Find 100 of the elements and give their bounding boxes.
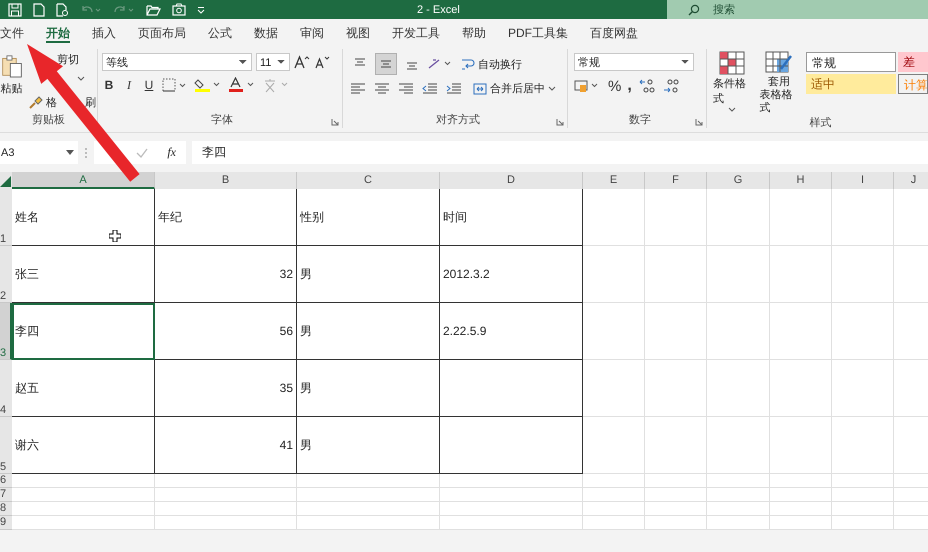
percent-button[interactable]: % — [608, 78, 622, 94]
shrink-font-icon[interactable] — [314, 55, 330, 69]
ribbon-tab[interactable]: 百度网盘 — [579, 23, 649, 43]
underline-button[interactable]: U — [142, 78, 156, 92]
grid-cell — [832, 246, 894, 303]
row-header[interactable]: 3 — [0, 303, 12, 360]
ribbon-tab[interactable]: 插入 — [81, 23, 127, 43]
decrease-indent-icon[interactable] — [421, 82, 439, 96]
dialog-launcher-icon[interactable] — [556, 118, 564, 126]
column-header[interactable]: D — [440, 172, 583, 189]
table-cell: 2012.3.2 — [440, 246, 583, 303]
grid-cell — [770, 474, 832, 488]
table-cell: 李四 — [12, 303, 155, 360]
number-format-field[interactable]: 常规 — [574, 53, 694, 71]
align-left-icon[interactable] — [349, 82, 367, 96]
row-header[interactable]: 4 — [0, 360, 12, 417]
column-header[interactable]: F — [645, 172, 707, 189]
grid-cell — [707, 488, 770, 502]
cell-style[interactable]: 适中 — [806, 74, 896, 94]
ribbon-tab[interactable]: 审阅 — [289, 23, 335, 43]
table-cell: 41 — [155, 417, 297, 474]
row-header[interactable]: 9 — [0, 516, 12, 530]
grid-cell — [583, 303, 645, 360]
group-label: 对齐方式 — [435, 112, 481, 128]
column-header[interactable]: I — [832, 172, 894, 189]
dialog-launcher-icon[interactable] — [695, 118, 703, 126]
align-center-icon[interactable] — [373, 82, 391, 96]
paste-button[interactable]: 粘贴 — [0, 49, 23, 100]
column-header[interactable]: C — [297, 172, 440, 189]
grid-cell — [770, 246, 832, 303]
row-header[interactable]: 6 — [0, 474, 12, 488]
caret-icon — [728, 107, 736, 113]
ribbon-tab[interactable]: 文件 — [0, 23, 35, 43]
select-all-icon[interactable] — [0, 172, 12, 189]
increase-decimal-icon[interactable] — [638, 78, 656, 94]
increase-indent-icon[interactable] — [445, 82, 463, 96]
grid-cell — [832, 502, 894, 516]
cell-style[interactable]: 常规 — [806, 52, 896, 72]
grid-cell — [645, 360, 707, 417]
ribbon-tab[interactable]: 数据 — [243, 23, 289, 43]
merge-center-button[interactable]: 合并后居中 — [473, 81, 556, 96]
align-right-icon[interactable] — [397, 82, 415, 96]
fill-color-icon[interactable] — [194, 77, 222, 93]
camera-icon[interactable] — [172, 3, 186, 16]
new-file-icon[interactable] — [33, 2, 45, 16]
table-cell: 时间 — [440, 189, 583, 246]
column-header[interactable]: B — [155, 172, 297, 189]
font-color-icon[interactable] — [228, 77, 256, 93]
save-icon[interactable] — [8, 2, 22, 16]
grow-font-icon[interactable] — [294, 55, 310, 69]
grid-cell — [707, 516, 770, 530]
wrap-text-button[interactable]: 自动换行 — [461, 56, 522, 72]
name-box[interactable]: A3 — [0, 141, 78, 164]
decrease-decimal-icon[interactable] — [662, 78, 680, 94]
italic-button[interactable]: I — [122, 78, 136, 92]
customize-icon[interactable] — [197, 6, 205, 14]
row-header[interactable]: 5 — [0, 417, 12, 474]
font-name-field[interactable]: 等线 — [102, 53, 252, 71]
grid-cell — [707, 502, 770, 516]
dialog-launcher-icon[interactable] — [331, 118, 339, 126]
ribbon-tab[interactable]: PDF工具集 — [497, 23, 579, 43]
print-preview-icon[interactable] — [56, 2, 69, 16]
wrap-text-icon — [461, 57, 475, 71]
ribbon-tab[interactable]: 帮助 — [451, 23, 497, 43]
grid-cell — [770, 502, 832, 516]
ribbon-tab[interactable]: 公式 — [197, 23, 243, 43]
font-size-field[interactable]: 11 — [256, 53, 290, 71]
caret-icon[interactable] — [77, 76, 85, 82]
column-header[interactable]: J — [894, 172, 928, 189]
cut-button[interactable]: 剪切 — [55, 51, 81, 68]
row-header[interactable]: 1 — [0, 189, 12, 246]
cell-style[interactable]: 差 — [898, 52, 928, 72]
border-icon[interactable] — [162, 78, 188, 92]
brush-icon[interactable] — [29, 96, 43, 109]
check-icon[interactable] — [135, 146, 150, 158]
insert-function-button[interactable]: fx — [167, 145, 176, 160]
column-header[interactable]: A — [12, 172, 155, 189]
format-painter-label[interactable]: 刷 — [84, 94, 97, 111]
row-header[interactable]: 8 — [0, 502, 12, 516]
merge-cells-icon — [473, 82, 487, 96]
column-header[interactable]: H — [770, 172, 832, 189]
format-painter-label[interactable]: 格 — [45, 94, 58, 111]
comma-button[interactable]: , — [627, 77, 632, 95]
grid-cell — [583, 488, 645, 502]
column-header[interactable]: E — [583, 172, 645, 189]
row-header[interactable]: 7 — [0, 488, 12, 502]
search-field[interactable]: 搜索 — [667, 0, 928, 19]
row-header[interactable]: 2 — [0, 246, 12, 303]
conditional-format-button[interactable]: 条件格式 — [713, 49, 752, 113]
window-title: 2 - Excel — [417, 4, 460, 16]
ribbon-tab[interactable]: 页面布局 — [127, 23, 197, 43]
formula-field[interactable]: 李四 — [192, 141, 928, 164]
vertical-align-icon[interactable] — [375, 53, 397, 75]
ribbon-tab[interactable]: 开发工具 — [381, 23, 451, 43]
ribbon-tab[interactable]: 视图 — [335, 23, 381, 43]
table-format-button[interactable]: 套用 表格格式 — [760, 49, 798, 115]
bold-button[interactable]: B — [102, 78, 116, 92]
drag-handle-icon[interactable] — [84, 146, 88, 158]
folder-icon[interactable] — [146, 4, 161, 16]
column-header[interactable]: G — [707, 172, 770, 189]
